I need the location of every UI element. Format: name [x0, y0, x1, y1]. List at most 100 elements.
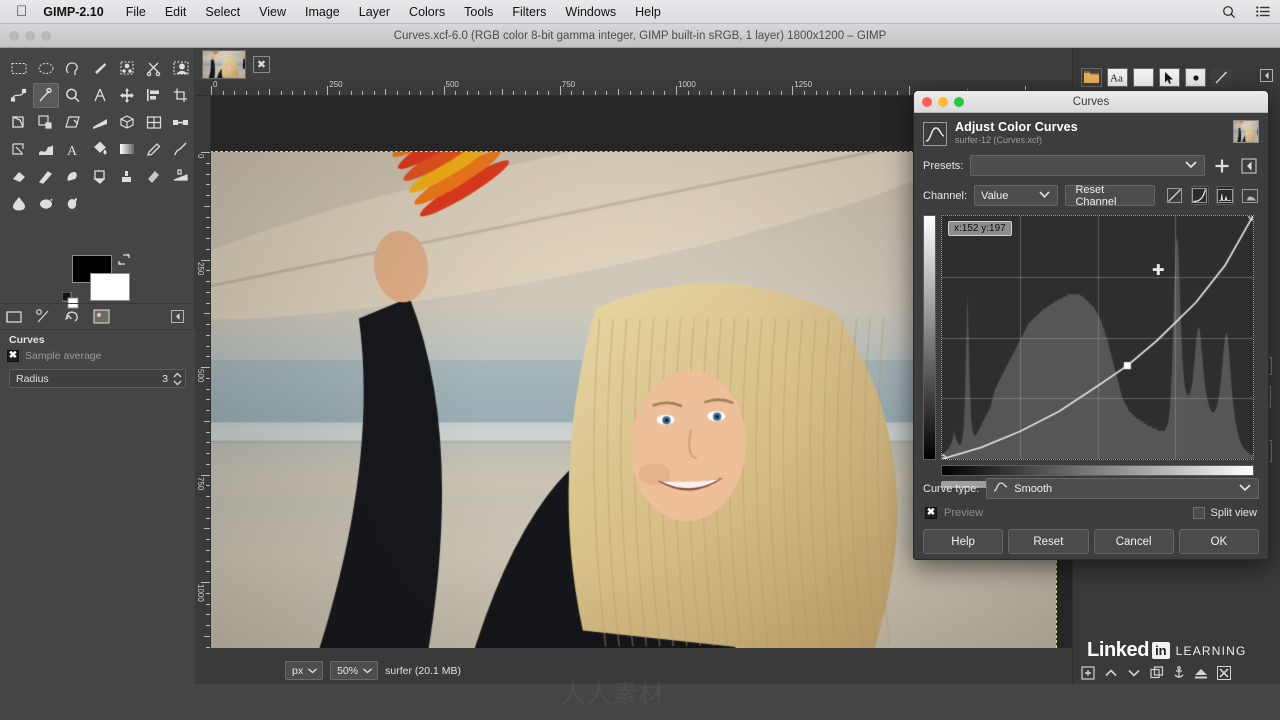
search-icon[interactable] [1222, 5, 1236, 19]
folder-icon[interactable] [1081, 68, 1102, 87]
undo-history-icon[interactable] [63, 308, 81, 326]
eraser-tool[interactable] [6, 164, 32, 189]
reset-channel-button[interactable]: Reset Channel [1065, 184, 1155, 208]
flip-tool[interactable] [6, 137, 32, 162]
text-icon[interactable]: Aa [1107, 68, 1128, 87]
rect-select-tool[interactable] [6, 56, 32, 81]
menu-windows[interactable]: Windows [565, 5, 616, 19]
smudge-tool[interactable] [33, 191, 59, 216]
blur-sharpen-tool[interactable] [6, 191, 32, 216]
perspective-clone-tool[interactable] [168, 164, 194, 189]
select-by-color-tool[interactable] [114, 56, 140, 81]
image-thumbnail-tab[interactable] [202, 49, 246, 79]
unified-transform-tool[interactable] [141, 110, 167, 135]
warp-transform-tool[interactable] [33, 137, 59, 162]
move-tool[interactable] [114, 83, 140, 108]
bucket-fill-tool[interactable] [87, 137, 113, 162]
menu-help[interactable]: Help [635, 5, 661, 19]
perspective-tool[interactable] [87, 110, 113, 135]
layer-thumbnail[interactable] [1233, 120, 1259, 143]
image-icon[interactable] [5, 308, 23, 326]
paths-tool[interactable] [6, 83, 32, 108]
mypaint-brush-tool[interactable] [87, 164, 113, 189]
ellipse-select-tool[interactable] [33, 56, 59, 81]
sample-average-row[interactable]: ✖ Sample average [7, 350, 188, 362]
menu-layer[interactable]: Layer [359, 5, 390, 19]
dot-icon[interactable] [1185, 68, 1206, 87]
free-select-tool[interactable] [60, 56, 86, 81]
zoom-tool[interactable] [60, 83, 86, 108]
swap-colors-icon[interactable] [117, 252, 131, 271]
text-tool[interactable]: A [60, 137, 86, 162]
dodge-burn-tool[interactable] [60, 191, 86, 216]
transform-3d-tool[interactable] [114, 110, 140, 135]
zoom-button[interactable] [954, 97, 964, 107]
shear-tool[interactable] [60, 110, 86, 135]
curves-dialog[interactable]: Curves Adjust Color Curves surfer-12 (Cu… [913, 90, 1269, 560]
align-tool[interactable] [141, 83, 167, 108]
window-controls[interactable] [9, 31, 51, 41]
split-view-checkbox[interactable] [1192, 507, 1205, 519]
pointer-icon[interactable] [1159, 68, 1180, 87]
curve-linear-icon[interactable] [1166, 186, 1184, 205]
minimize-button[interactable] [938, 97, 948, 107]
histogram-linear-icon[interactable] [1215, 186, 1234, 205]
curves-window-controls[interactable] [922, 97, 964, 107]
dock-collapse-icon[interactable] [1260, 69, 1273, 87]
tool-grid[interactable]: A [0, 48, 194, 216]
help-button[interactable]: Help [923, 529, 1004, 554]
airbrush-tool[interactable] [33, 164, 59, 189]
crop-tool[interactable] [168, 83, 194, 108]
radius-stepper[interactable]: Radius 3 [9, 369, 186, 388]
menu-colors[interactable]: Colors [409, 5, 445, 19]
menu-image[interactable]: Image [305, 5, 340, 19]
ink-tool[interactable] [60, 164, 86, 189]
menu-tools[interactable]: Tools [464, 5, 493, 19]
histogram-log-icon[interactable] [1241, 186, 1259, 205]
preview-checkbox[interactable]: ✖ [925, 507, 937, 519]
scissors-select-tool[interactable] [141, 56, 167, 81]
list-icon[interactable] [1256, 5, 1270, 18]
unit-selector[interactable]: px [285, 661, 324, 680]
gradient-tool[interactable] [114, 137, 140, 162]
measure-tool[interactable] [87, 83, 113, 108]
radius-spin-arrows[interactable] [172, 372, 183, 386]
menu-filters[interactable]: Filters [512, 5, 546, 19]
presets-select[interactable] [970, 155, 1205, 176]
zoom-selector[interactable]: 50% [330, 661, 379, 680]
sample-average-checkbox[interactable]: ✖ [7, 350, 19, 362]
cancel-button[interactable]: Cancel [1093, 529, 1174, 554]
brush-icon[interactable] [1211, 68, 1232, 87]
channel-select[interactable]: Value [974, 185, 1059, 206]
handle-transform-tool[interactable] [168, 110, 194, 135]
rotate-tool[interactable] [6, 110, 32, 135]
apple-logo-icon[interactable]:  [16, 4, 27, 19]
menu-select[interactable]: Select [205, 5, 240, 19]
curve-plot[interactable]: x:152 y:197 ✚ [941, 215, 1254, 460]
preset-menu-icon[interactable] [1239, 156, 1259, 176]
heal-tool[interactable] [141, 164, 167, 189]
active-image-icon[interactable] [92, 308, 110, 326]
menu-edit[interactable]: Edit [165, 5, 187, 19]
fuzzy-select-tool[interactable] [87, 56, 113, 81]
close-button[interactable] [922, 97, 932, 107]
clone-tool[interactable] [114, 164, 140, 189]
close-icon[interactable]: ✖ [253, 55, 270, 73]
vertical-ruler[interactable]: 0 250 500 750 1000 [195, 96, 211, 669]
menu-file[interactable]: File [126, 5, 146, 19]
color-picker-tool[interactable] [33, 83, 59, 108]
pencil-tool[interactable] [141, 137, 167, 162]
menu-view[interactable]: View [259, 5, 286, 19]
reset-button[interactable]: Reset [1008, 529, 1089, 554]
foreground-select-tool[interactable] [168, 56, 194, 81]
brush-dynamics-icon[interactable] [34, 308, 52, 326]
paintbrush-tool[interactable] [168, 137, 194, 162]
plus-icon[interactable] [1212, 156, 1232, 176]
curve-type-select[interactable]: Smooth [986, 478, 1259, 499]
dock-tabs[interactable]: Aa [1081, 68, 1232, 87]
background-color-swatch[interactable] [90, 273, 130, 301]
dock-bottom-icons[interactable] [1081, 666, 1231, 680]
collapse-icon[interactable] [168, 308, 186, 326]
menubar-app-name[interactable]: GIMP-2.10 [43, 5, 103, 19]
scale-tool[interactable] [33, 110, 59, 135]
